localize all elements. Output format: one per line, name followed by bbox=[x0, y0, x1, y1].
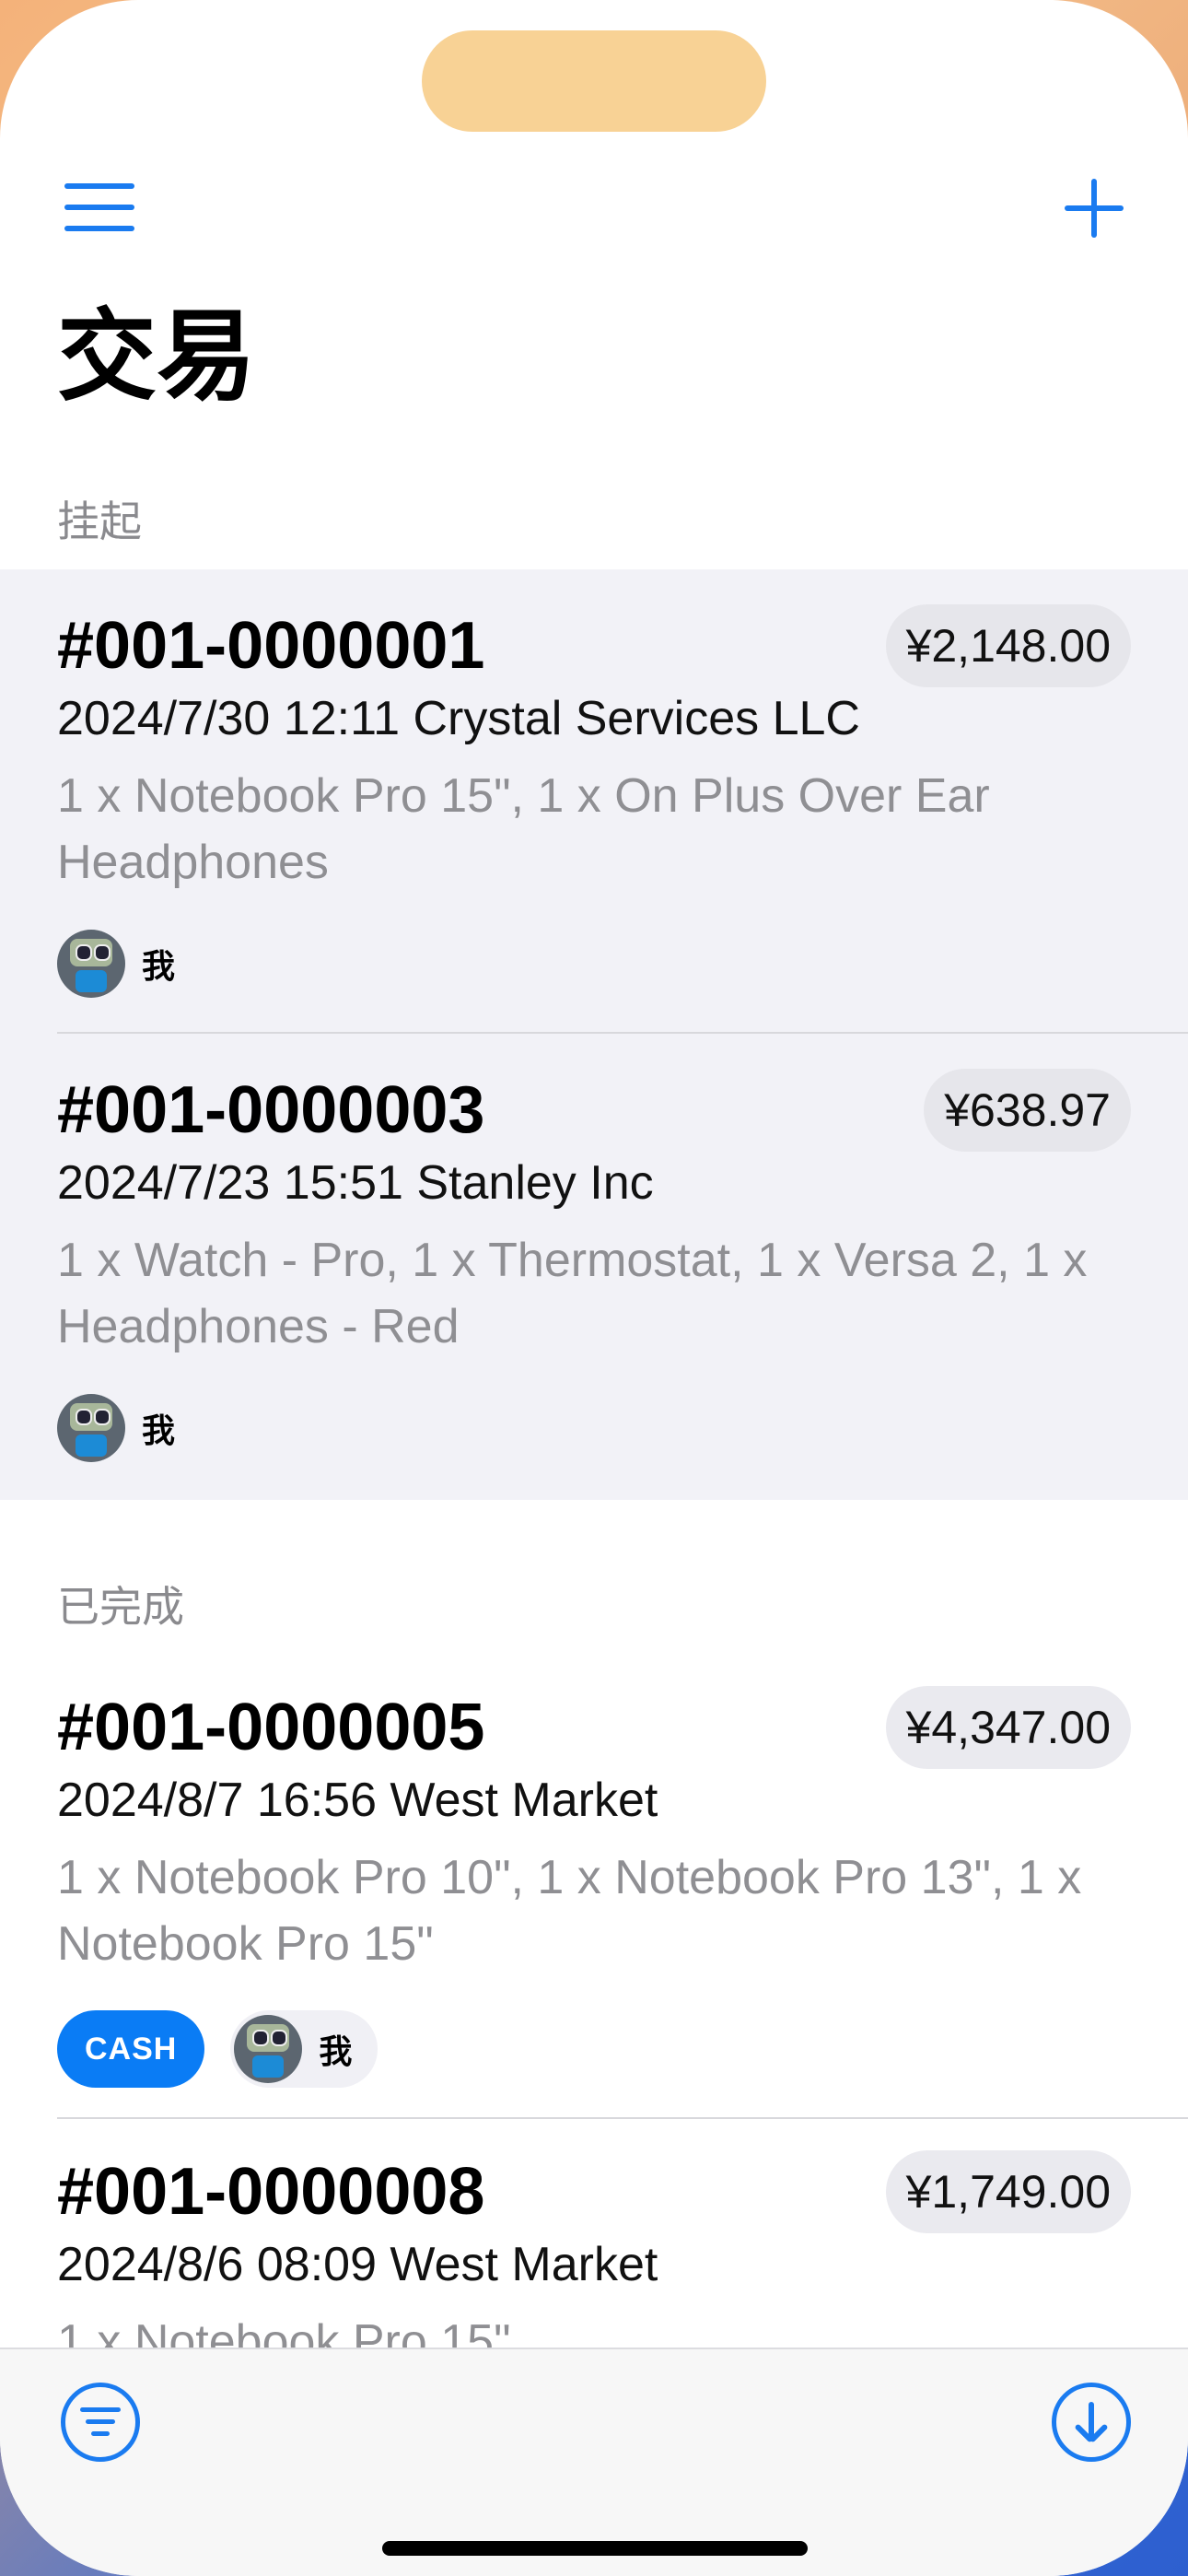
transaction-date-customer: 2024/7/23 15:51 Stanley Inc bbox=[57, 1156, 654, 1210]
transaction-id: #001-0000001 bbox=[57, 609, 485, 683]
user-name: 我 bbox=[319, 2033, 353, 2071]
user-tag: 我 bbox=[230, 2010, 379, 2088]
dynamic-island bbox=[422, 30, 766, 132]
page-title: 交易 bbox=[57, 299, 257, 415]
transaction-row[interactable]: #001-0000003 ¥638.97 2024/7/23 15:51 Sta… bbox=[0, 1034, 1188, 1500]
download-icon[interactable] bbox=[1052, 2383, 1131, 2462]
payment-method-badge: CASH bbox=[57, 2010, 205, 2088]
avatar bbox=[57, 1394, 125, 1462]
avatar bbox=[234, 2015, 303, 2083]
section-header-pending: 挂起 bbox=[57, 497, 142, 546]
transaction-date-customer: 2024/7/30 12:11 Crystal Services LLC bbox=[57, 692, 860, 745]
tag-row: CASH 我 bbox=[57, 2010, 379, 2088]
plus-icon[interactable] bbox=[1059, 173, 1129, 243]
user-name: 我 bbox=[142, 1412, 176, 1450]
home-indicator bbox=[382, 2541, 808, 2556]
amount-badge: ¥638.97 bbox=[924, 1069, 1131, 1152]
transaction-row[interactable]: #001-0000005 ¥4,347.00 2024/8/7 16:56 We… bbox=[0, 1658, 1188, 2119]
avatar bbox=[57, 930, 125, 998]
amount-badge: ¥4,347.00 bbox=[885, 1686, 1131, 1769]
transaction-id: #001-0000003 bbox=[57, 1073, 485, 1147]
transaction-id: #001-0000008 bbox=[57, 2155, 485, 2229]
transaction-items: 1 x Notebook Pro 10", 1 x Notebook Pro 1… bbox=[57, 1851, 1082, 1971]
transaction-row[interactable]: #001-0000008 ¥1,749.00 2024/8/6 08:09 We… bbox=[0, 2119, 1188, 2369]
filter-icon[interactable] bbox=[61, 2383, 140, 2462]
nav-bar bbox=[0, 166, 1188, 258]
transaction-date-customer: 2024/8/7 16:56 West Market bbox=[57, 1774, 658, 1827]
transaction-items: 1 x Notebook Pro 15", 1 x On Plus Over E… bbox=[57, 769, 990, 889]
pending-group: #001-0000001 ¥2,148.00 2024/7/30 12:11 C… bbox=[0, 569, 1188, 1500]
transaction-id: #001-0000005 bbox=[57, 1691, 485, 1764]
transaction-date-customer: 2024/8/6 08:09 West Market bbox=[57, 2238, 658, 2291]
hamburger-menu-icon[interactable] bbox=[61, 180, 138, 235]
amount-badge: ¥2,148.00 bbox=[885, 604, 1131, 687]
user-tag: 我 bbox=[57, 929, 175, 999]
user-tag: 我 bbox=[57, 1393, 175, 1463]
app-screen: 交易 挂起 #001-0000001 ¥2,148.00 2024/7/30 1… bbox=[0, 0, 1188, 2576]
transaction-items: 1 x Watch - Pro, 1 x Thermostat, 1 x Ver… bbox=[57, 1234, 1088, 1353]
section-header-completed: 已完成 bbox=[57, 1582, 184, 1632]
transaction-row[interactable]: #001-0000001 ¥2,148.00 2024/7/30 12:11 C… bbox=[0, 569, 1188, 1034]
completed-group: #001-0000005 ¥4,347.00 2024/8/7 16:56 We… bbox=[0, 1658, 1188, 2369]
amount-badge: ¥1,749.00 bbox=[885, 2150, 1131, 2233]
user-name: 我 bbox=[142, 948, 176, 986]
